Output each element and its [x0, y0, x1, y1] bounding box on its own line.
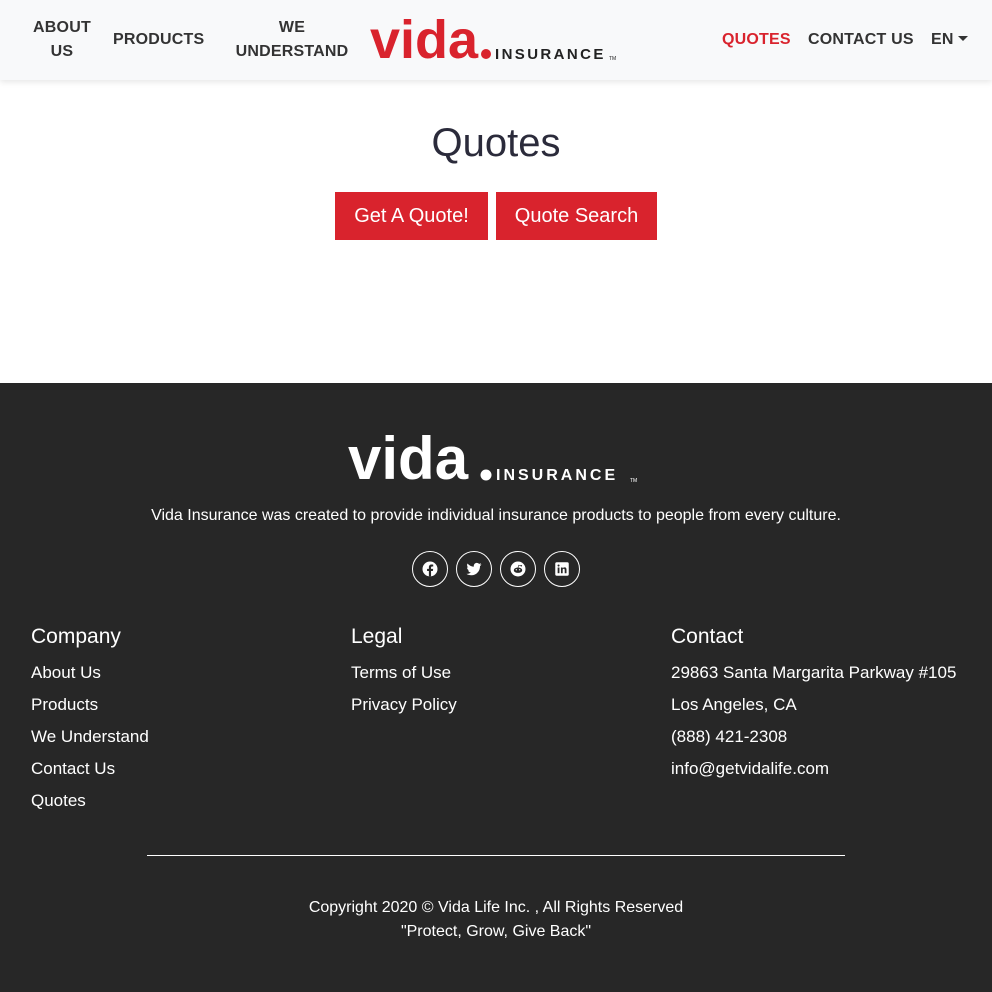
company-motto: "Protect, Grow, Give Back" — [400, 923, 592, 940]
vida-insurance-footer-logo: vida INSURANCE TM — [348, 431, 637, 487]
svg-text:INSURANCE: INSURANCE — [495, 46, 606, 63]
svg-text:vida: vida — [370, 14, 479, 66]
footer-link-we-understand[interactable]: We Understand — [31, 727, 149, 746]
facebook-icon — [422, 561, 438, 577]
footer-divider — [147, 855, 845, 856]
caret-down-icon — [957, 36, 968, 41]
language-label: EN — [931, 31, 954, 48]
footer-link-quotes[interactable]: Quotes — [31, 791, 86, 810]
footer-link-about-us[interactable]: About Us — [31, 663, 101, 682]
vida-insurance-logo[interactable]: vida INSURANCE TM — [370, 14, 622, 66]
footer-link-products[interactable]: Products — [31, 695, 98, 714]
footer-legal-column: Legal Terms of Use Privacy Policy — [351, 623, 457, 721]
contact-heading: Contact — [671, 625, 744, 648]
copyright-text: Copyright 2020 © Vida Life Inc. , All Ri… — [308, 899, 684, 916]
svg-text:vida: vida — [348, 431, 469, 487]
nav-quotes[interactable]: QUOTES — [722, 28, 791, 52]
nav-about-us[interactable]: ABOUT US — [28, 16, 96, 64]
linkedin-icon — [555, 562, 569, 576]
copyright-block: Copyright 2020 © Vida Life Inc. , All Ri… — [0, 896, 992, 944]
footer-tagline: Vida Insurance was created to provide in… — [151, 507, 841, 524]
site-footer: vida INSURANCE TM Vida Insurance was cre… — [0, 383, 992, 992]
linkedin-link[interactable] — [544, 551, 580, 587]
language-dropdown[interactable]: EN — [931, 28, 968, 52]
nav-we-understand[interactable]: WE UNDERSTAND — [230, 16, 354, 64]
facebook-link[interactable] — [412, 551, 448, 587]
nav-products[interactable]: PRODUCTS — [113, 28, 204, 52]
quotes-section: Quotes Get A Quote! Quote Search — [0, 80, 992, 383]
page-title: Quotes — [431, 121, 561, 165]
reddit-link[interactable] — [500, 551, 536, 587]
twitter-icon — [466, 562, 482, 576]
svg-text:TM: TM — [609, 56, 616, 62]
nav-contact-us[interactable]: CONTACT US — [808, 28, 914, 52]
contact-address-line1: 29863 Santa Margarita Parkway #105 — [671, 663, 957, 682]
contact-email-link[interactable]: info@getvidalife.com — [671, 759, 829, 778]
footer-contact-column: Contact 29863 Santa Margarita Parkway #1… — [671, 623, 956, 785]
footer-link-contact-us[interactable]: Contact Us — [31, 759, 115, 778]
quote-search-button[interactable]: Quote Search — [496, 192, 657, 240]
top-navbar: ABOUT US PRODUCTS WE UNDERSTAND vida INS… — [0, 0, 992, 80]
svg-text:TM: TM — [630, 478, 637, 484]
contact-phone-link[interactable]: (888) 421-2308 — [671, 727, 787, 746]
footer-link-terms-of-use[interactable]: Terms of Use — [351, 663, 451, 682]
contact-address-line2: Los Angeles, CA — [671, 695, 797, 714]
reddit-icon — [510, 561, 526, 577]
get-a-quote-button[interactable]: Get A Quote! — [335, 192, 488, 240]
twitter-link[interactable] — [456, 551, 492, 587]
svg-text:INSURANCE: INSURANCE — [496, 467, 618, 484]
legal-heading: Legal — [351, 625, 403, 648]
company-heading: Company — [31, 625, 121, 648]
social-links — [412, 551, 580, 587]
footer-company-column: Company About Us Products We Understand … — [31, 623, 149, 817]
footer-link-privacy-policy[interactable]: Privacy Policy — [351, 695, 457, 714]
